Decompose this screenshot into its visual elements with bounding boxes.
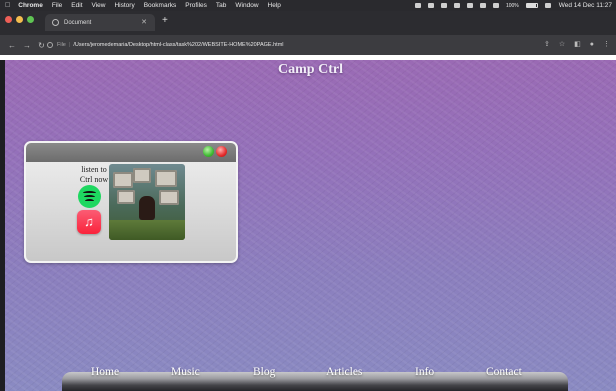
tab-title: Document: [64, 19, 92, 26]
menu-app-name[interactable]: Chrome: [18, 2, 43, 9]
status-app-icon[interactable]: [427, 3, 434, 8]
address-separator: |: [68, 42, 71, 48]
browser-tab-document[interactable]: Document ✕: [45, 14, 155, 31]
nav-link-home[interactable]: Home: [91, 366, 119, 378]
status-app-icon[interactable]: [453, 3, 460, 8]
album-cover-image: [109, 164, 185, 240]
site-title: Camp Ctrl: [278, 62, 343, 77]
close-tab-icon[interactable]: ✕: [141, 18, 147, 26]
reload-icon[interactable]: ↻: [38, 41, 45, 50]
menu-history[interactable]: History: [114, 2, 134, 9]
forward-arrow-icon[interactable]: →: [23, 41, 31, 50]
nav-link-info[interactable]: Info: [415, 366, 434, 378]
control-center-icon[interactable]: [544, 3, 551, 8]
side-panel-icon[interactable]: ◧: [574, 40, 581, 49]
menubar-clock[interactable]: Wed 14 Dec 11:27: [559, 2, 612, 9]
share-icon[interactable]: ⇪: [544, 40, 550, 49]
nav-links: Home Music Blog Articles Info Contact: [5, 366, 616, 384]
back-arrow-icon[interactable]: ←: [8, 41, 16, 50]
status-area: 100% Wed 14 Dec 11:27: [408, 0, 612, 11]
apple-music-icon[interactable]: ♫: [77, 210, 101, 234]
site-info-icon[interactable]: [47, 42, 53, 48]
address-prefix: File: [57, 42, 66, 48]
spotify-icon[interactable]: [78, 185, 101, 208]
menu-help[interactable]: Help: [268, 2, 281, 9]
status-app-icon[interactable]: [479, 3, 486, 8]
status-app-icon[interactable]: [414, 3, 421, 8]
wifi-icon[interactable]: [492, 3, 499, 8]
menu-edit[interactable]: Edit: [71, 2, 82, 9]
battery-icon[interactable]: [525, 3, 538, 8]
menu-file[interactable]: File: [52, 2, 62, 9]
red-window-button[interactable]: [216, 146, 227, 157]
minimize-window-button[interactable]: [16, 16, 23, 23]
menu-bookmarks[interactable]: Bookmarks: [144, 2, 177, 9]
os-menubar:  Chrome File Edit View History Bookmark…: [0, 0, 616, 11]
fullscreen-window-button[interactable]: [27, 16, 34, 23]
url-text[interactable]: /Users/jeromedemaria/Desktop/html-class/…: [73, 42, 283, 48]
music-window: listen to Ctrl now ♫: [24, 141, 238, 263]
nav-link-articles[interactable]: Articles: [326, 366, 362, 378]
status-app-icon[interactable]: [440, 3, 447, 8]
nav-link-contact[interactable]: Contact: [486, 366, 522, 378]
green-window-button[interactable]: [203, 146, 214, 157]
menu-view[interactable]: View: [92, 2, 106, 9]
listen-text: listen to Ctrl now: [79, 165, 109, 184]
web-page: Camp Ctrl listen to Ctrl now ♫ Home Musi…: [5, 60, 616, 391]
battery-percent: 100%: [505, 2, 519, 9]
nav-link-blog[interactable]: Blog: [253, 366, 275, 378]
bookmark-star-icon[interactable]: ☆: [559, 40, 565, 49]
menu-window[interactable]: Window: [235, 2, 258, 9]
window-controls: [5, 16, 38, 23]
status-app-icon[interactable]: [466, 3, 473, 8]
nav-link-music[interactable]: Music: [171, 366, 200, 378]
browser-tabstrip: Document ✕ +: [0, 11, 616, 35]
music-window-titlebar: [26, 143, 236, 162]
new-tab-button[interactable]: +: [162, 16, 168, 26]
menu-tab[interactable]: Tab: [216, 2, 226, 9]
address-bar[interactable]: File | /Users/jeromedemaria/Desktop/html…: [47, 38, 547, 52]
apple-logo-icon[interactable]: : [5, 2, 10, 9]
profile-icon[interactable]: ●: [590, 40, 594, 49]
close-window-button[interactable]: [5, 16, 12, 23]
browser-toolbar: ← → ↻ File | /Users/jeromedemaria/Deskto…: [0, 35, 616, 55]
more-menu-icon[interactable]: ⋮: [603, 40, 610, 49]
toolbar-actions: ⇪ ☆ ◧ ● ⋮: [535, 40, 610, 49]
globe-icon: [52, 19, 59, 26]
menu-profiles[interactable]: Profiles: [185, 2, 207, 9]
